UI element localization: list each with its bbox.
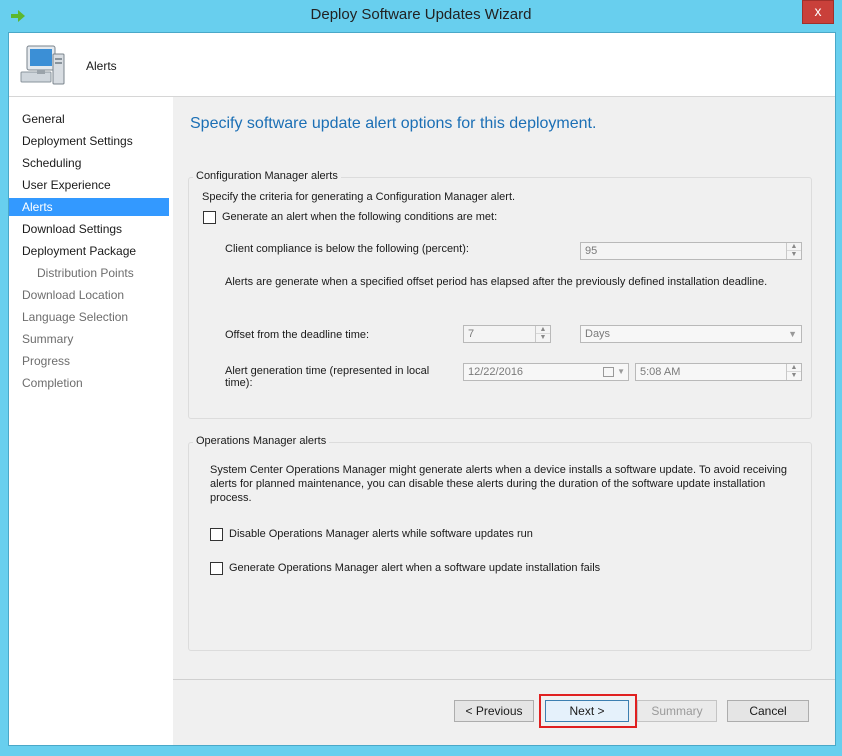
offset-unit-value: Days xyxy=(585,328,611,340)
sidebar-item-completion[interactable]: Completion xyxy=(9,374,169,392)
cancel-button[interactable]: Cancel xyxy=(727,700,809,722)
spin-down-icon[interactable]: ▼ xyxy=(787,372,801,380)
generation-time-value: 5:08 AM xyxy=(640,366,681,378)
sidebar-item-deployment-settings[interactable]: Deployment Settings xyxy=(9,132,169,150)
chevron-down-icon: ▼ xyxy=(788,329,797,339)
wizard-main-panel: Specify software update alert options fo… xyxy=(173,97,835,745)
generate-alert-checkbox[interactable] xyxy=(203,211,216,224)
time-spin-buttons[interactable]: ▲ ▼ xyxy=(786,364,801,380)
summary-button[interactable]: Summary xyxy=(637,700,717,722)
offset-value: 7 xyxy=(468,328,475,340)
spin-up-icon[interactable]: ▲ xyxy=(787,364,801,372)
cm-alerts-description: Specify the criteria for generating a Co… xyxy=(202,191,516,203)
calendar-icon xyxy=(603,367,614,377)
spin-down-icon[interactable]: ▼ xyxy=(536,334,550,342)
computer-icon xyxy=(20,45,65,85)
sidebar-item-deployment-package[interactable]: Deployment Package xyxy=(9,242,169,260)
generation-time-label: Alert generation time (represented in lo… xyxy=(225,365,430,389)
sidebar-item-language-selection[interactable]: Language Selection xyxy=(9,308,169,326)
sidebar-item-summary[interactable]: Summary xyxy=(9,330,169,348)
previous-button[interactable]: < Previous xyxy=(454,700,534,722)
om-alerts-description: System Center Operations Manager might g… xyxy=(210,464,787,504)
sidebar-item-scheduling[interactable]: Scheduling xyxy=(9,154,169,172)
compliance-value: 95 xyxy=(585,245,598,257)
wizard-sidebar: General Deployment Settings Scheduling U… xyxy=(9,97,173,745)
sidebar-item-progress[interactable]: Progress xyxy=(9,352,169,370)
spin-up-icon[interactable]: ▲ xyxy=(536,326,550,334)
wizard-header: Alerts xyxy=(9,33,835,97)
window-frame: Deploy Software Updates Wizard x Alerts … xyxy=(0,0,842,756)
window-title: Deploy Software Updates Wizard xyxy=(310,6,532,23)
wizard-client-area: Alerts General Deployment Settings Sched… xyxy=(8,32,836,746)
offset-stepper[interactable]: 7 ▲ ▼ xyxy=(463,325,551,343)
sidebar-item-download-settings[interactable]: Download Settings xyxy=(9,220,169,238)
disable-om-alerts-checkbox[interactable] xyxy=(210,528,223,541)
offset-spin-buttons[interactable]: ▲ ▼ xyxy=(535,326,550,342)
sidebar-item-distribution-points[interactable]: Distribution Points xyxy=(9,264,169,282)
offset-label: Offset from the deadline time: xyxy=(225,329,370,341)
generate-om-alert-label: Generate Operations Manager alert when a… xyxy=(229,562,601,574)
generation-date-value: 12/22/2016 xyxy=(468,366,524,378)
disable-om-alerts-label: Disable Operations Manager alerts while … xyxy=(229,528,533,540)
compliance-stepper[interactable]: 95 ▲ ▼ xyxy=(580,242,802,260)
title-bar: Deploy Software Updates Wizard x xyxy=(0,0,842,32)
sidebar-item-user-experience[interactable]: User Experience xyxy=(9,176,169,194)
offset-unit-dropdown[interactable]: Days ▼ xyxy=(580,325,802,343)
compliance-spin-buttons[interactable]: ▲ ▼ xyxy=(786,243,801,259)
spin-up-icon[interactable]: ▲ xyxy=(787,243,801,251)
cm-alerts-group-title: Configuration Manager alerts xyxy=(193,170,341,182)
sidebar-item-download-location[interactable]: Download Location xyxy=(9,286,169,304)
chevron-down-icon: ▼ xyxy=(617,367,625,376)
header-title: Alerts xyxy=(86,59,117,73)
footer-divider xyxy=(173,679,835,680)
om-alerts-group-title: Operations Manager alerts xyxy=(193,435,330,447)
next-button-highlight xyxy=(539,694,637,728)
generate-om-alert-checkbox[interactable] xyxy=(210,562,223,575)
spin-down-icon[interactable]: ▼ xyxy=(787,251,801,259)
compliance-label: Client compliance is below the following… xyxy=(225,243,469,255)
generation-date-picker[interactable]: 12/22/2016 ▼ xyxy=(463,363,629,381)
sidebar-item-alerts[interactable]: Alerts xyxy=(9,198,169,216)
sidebar-item-general[interactable]: General xyxy=(9,110,169,128)
close-button[interactable]: x xyxy=(802,0,834,24)
offset-info-text: Alerts are generate when a specified off… xyxy=(225,276,768,288)
generation-time-stepper[interactable]: 5:08 AM ▲ ▼ xyxy=(635,363,802,381)
page-heading: Specify software update alert options fo… xyxy=(190,115,597,132)
generate-alert-label: Generate an alert when the following con… xyxy=(222,211,498,223)
